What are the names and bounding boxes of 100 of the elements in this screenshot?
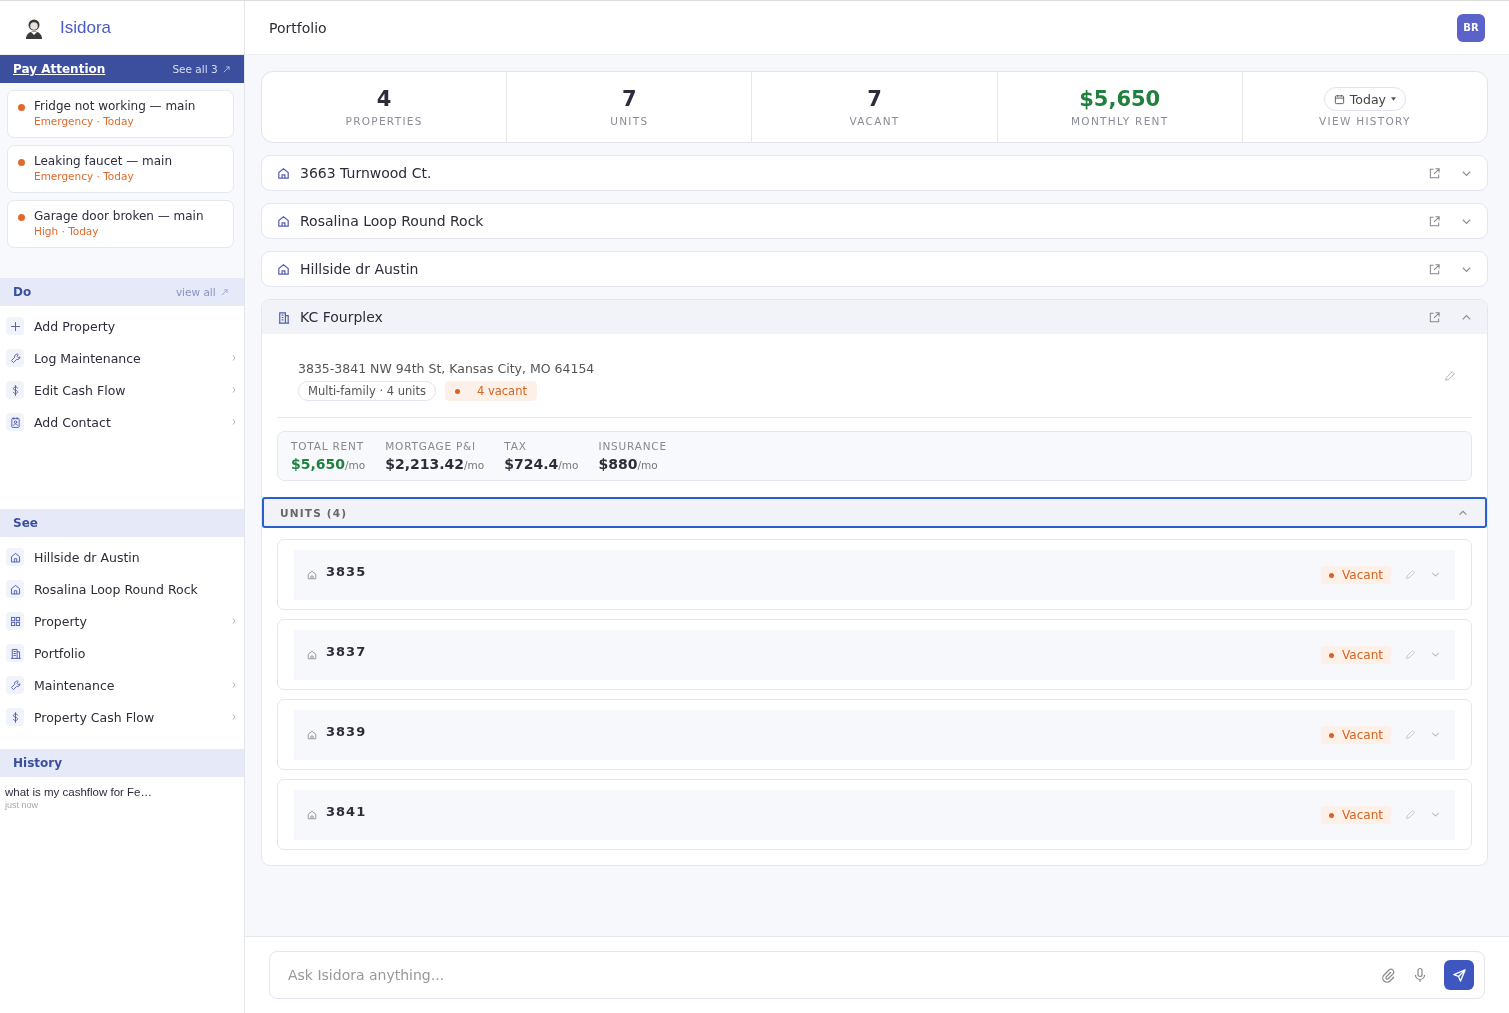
house-icon: [6, 580, 24, 598]
property-header[interactable]: 3663 Turnwood Ct.: [262, 156, 1487, 190]
stat-value: 4: [376, 87, 392, 111]
alert-title: Leaking faucet — main: [34, 154, 172, 168]
house-icon: [276, 213, 291, 229]
dollar-icon: [6, 381, 24, 399]
stat-label: VACANT: [849, 115, 900, 127]
house-icon: [306, 568, 318, 581]
unit-row[interactable]: 3837 Vacant: [294, 629, 1455, 680]
nav-item[interactable]: Maintenance: [0, 669, 244, 701]
unit-row[interactable]: 3839 Vacant: [294, 709, 1455, 760]
nav-item[interactable]: Add Contact: [0, 406, 244, 438]
section-title: History: [13, 756, 63, 770]
dot-icon: [1329, 732, 1335, 738]
nav-item[interactable]: Hillside dr Austin: [0, 541, 244, 573]
vacancy-tag: 4 vacant: [444, 381, 537, 401]
finance-value: $2,213.42/mo: [385, 454, 485, 473]
plus-icon: [6, 317, 24, 335]
date-picker[interactable]: Today: [1323, 87, 1406, 111]
house-icon: [306, 728, 318, 741]
stat-value: $5,650: [1079, 87, 1161, 111]
alert-title: Garage door broken — main: [34, 209, 204, 223]
house-icon: [276, 165, 291, 181]
finance-label: MORTGAGE P&I: [385, 439, 477, 452]
chevron-icon: [232, 419, 236, 425]
chevron-icon: [232, 387, 236, 393]
paperclip-icon[interactable]: [1380, 967, 1396, 983]
chevron-icon: [232, 714, 236, 720]
unit-row[interactable]: 3841 Vacant: [294, 789, 1455, 840]
finance-value: $5,650/mo: [291, 454, 366, 473]
contact-icon: [6, 413, 24, 431]
dot-icon: [1329, 652, 1335, 658]
dot-icon: [1329, 572, 1335, 578]
unit-number: 3841: [326, 804, 368, 819]
stat-value: 7: [622, 87, 637, 111]
see-all-link[interactable]: See all 3: [172, 63, 230, 75]
external-link-icon[interactable]: [1428, 214, 1441, 228]
house-icon: [306, 648, 318, 661]
section-title: See: [13, 516, 38, 530]
external-link-icon[interactable]: [1428, 262, 1441, 276]
chat-input[interactable]: Ask Isidora anything...: [286, 966, 1364, 984]
units-header[interactable]: UNITS (4): [262, 497, 1487, 528]
external-link-icon[interactable]: [1428, 310, 1441, 324]
property-address: 3835-3841 NW 94th St, Kansas City, MO 64154: [298, 361, 595, 376]
stat-label: VIEW HISTORY: [1319, 115, 1411, 127]
alert-card[interactable]: Fridge not working — main Emergency · Today: [7, 90, 234, 138]
nav-item[interactable]: Property: [0, 605, 244, 637]
alert-card[interactable]: Garage door broken — main High · Today: [7, 200, 234, 248]
house-icon: [306, 808, 318, 821]
building-icon: [276, 309, 291, 325]
history-entry[interactable]: what is my cashflow for Fe…: [5, 786, 239, 798]
nav-item[interactable]: Property Cash Flow: [0, 701, 244, 733]
unit-number: 3835: [326, 564, 368, 579]
arrow-icon: [221, 289, 228, 296]
send-icon: [1451, 967, 1467, 983]
history-time: just now: [5, 800, 40, 810]
nav-item[interactable]: Rosalina Loop Round Rock: [0, 573, 244, 605]
property-header[interactable]: Hillside dr Austin: [262, 252, 1487, 286]
unit-number: 3837: [326, 644, 368, 659]
alert-card[interactable]: Leaking faucet — main Emergency · Today: [7, 145, 234, 193]
finance-label: TAX: [504, 439, 528, 452]
page-title: Portfolio: [269, 19, 327, 36]
wrench-icon: [6, 676, 24, 694]
alert-title: Fridge not working — main: [34, 99, 196, 113]
property-header[interactable]: KC Fourplex: [262, 300, 1487, 334]
building-icon: [6, 644, 24, 662]
nav-item[interactable]: Portfolio: [0, 637, 244, 669]
external-link-icon[interactable]: [1428, 166, 1441, 180]
finance-value: $724.4/mo: [504, 454, 579, 473]
microphone-icon[interactable]: [1412, 967, 1428, 983]
property-header[interactable]: Rosalina Loop Round Rock: [262, 204, 1487, 238]
brand-name: Isidora: [60, 17, 112, 38]
nav-item[interactable]: Log Maintenance: [0, 342, 244, 374]
stat-label: UNITS: [610, 115, 649, 127]
dollar-icon: [6, 708, 24, 726]
calendar-icon: [1333, 93, 1345, 105]
property-name: Rosalina Loop Round Rock: [300, 213, 485, 229]
finance-label: INSURANCE: [598, 439, 667, 452]
chevron-icon: [232, 682, 236, 688]
alert-meta: Emergency · Today: [34, 170, 135, 182]
send-button[interactable]: [1444, 960, 1474, 990]
edit-icon[interactable]: [1405, 569, 1416, 580]
edit-icon[interactable]: [1405, 809, 1416, 820]
nav-item[interactable]: Edit Cash Flow: [0, 374, 244, 406]
property-name: KC Fourplex: [300, 309, 384, 325]
unit-number: 3839: [326, 724, 368, 739]
status-badge: Vacant: [1321, 805, 1391, 824]
edit-icon[interactable]: [1405, 649, 1416, 660]
alert-meta: Emergency · Today: [34, 115, 135, 127]
property-name: 3663 Turnwood Ct.: [300, 165, 433, 181]
chat-box[interactable]: Ask Isidora anything...: [269, 951, 1485, 999]
section-title[interactable]: Pay Attention: [13, 62, 106, 76]
edit-icon[interactable]: [1405, 729, 1416, 740]
user-avatar[interactable]: BR: [1457, 13, 1485, 42]
house-icon: [6, 548, 24, 566]
edit-icon[interactable]: [1444, 370, 1456, 382]
unit-row[interactable]: 3835 Vacant: [294, 549, 1455, 600]
nav-item[interactable]: Add Property: [0, 310, 244, 342]
chevron-icon: [232, 618, 236, 624]
dot-icon: [1329, 812, 1335, 818]
